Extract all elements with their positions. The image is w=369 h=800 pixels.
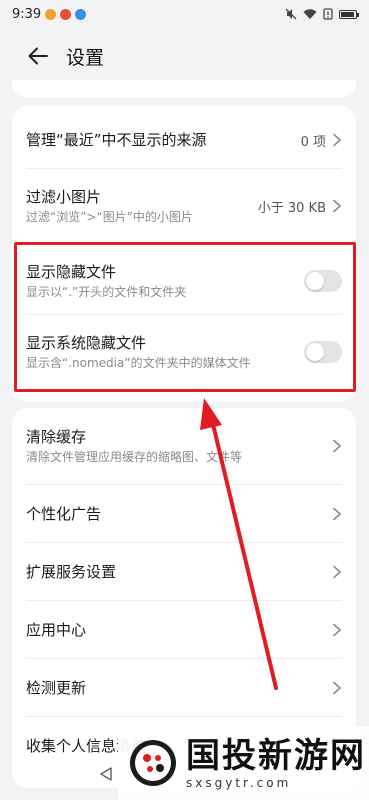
row-title: 过滤小图片 <box>26 187 102 206</box>
row-title: 应用中心 <box>26 621 87 639</box>
app-icon <box>75 8 87 20</box>
divider <box>26 658 342 659</box>
status-bar: 9:39 <box>0 0 369 28</box>
notification-icon <box>45 8 57 20</box>
row-check-updates[interactable]: 检测更新 <box>12 660 356 716</box>
row-app-center[interactable]: 应用中心 <box>12 602 356 658</box>
chevron-right-icon <box>333 199 341 213</box>
row-value: 小于 30 KB <box>257 200 326 216</box>
card-edge <box>12 80 356 98</box>
row-title: 个性化广告 <box>26 505 102 523</box>
row-clear-cache[interactable]: 清除缓存 清除文件管理应用缓存的缩略图、文件等 <box>12 414 356 478</box>
chevron-right-icon <box>333 681 341 695</box>
chevron-right-icon <box>333 133 341 147</box>
app-bar: 设置 <box>0 36 369 76</box>
watermark: 国投新游网 sxsgytr.com <box>118 726 369 800</box>
back-button[interactable] <box>18 36 58 76</box>
watermark-url: sxsgytr.com <box>186 776 292 790</box>
row-title: 管理“最近”中不显示的来源 <box>26 131 207 149</box>
chevron-right-icon <box>333 507 341 521</box>
battery-icon <box>339 9 359 19</box>
mute-icon <box>285 8 297 20</box>
row-filter-small-images[interactable]: 过滤小图片 过滤“浏览”>“图片”中的小图片 小于 30 KB <box>12 172 356 240</box>
nav-back-icon[interactable] <box>98 766 114 782</box>
row-personalized-ads[interactable]: 个性化广告 <box>12 486 356 542</box>
row-subtitle: 清除文件管理应用缓存的缩略图、文件等 <box>26 449 243 464</box>
notification-icon <box>60 8 72 20</box>
chevron-right-icon <box>333 623 341 637</box>
row-subtitle: 过滤“浏览”>“图片”中的小图片 <box>26 209 193 224</box>
row-hidden-sources[interactable]: 管理“最近”中不显示的来源 0 项 <box>12 118 356 162</box>
row-value: 0 项 <box>300 134 326 150</box>
chevron-right-icon <box>333 565 341 579</box>
divider <box>26 484 342 485</box>
arrow-left-icon <box>28 47 48 65</box>
watermark-title: 国投新游网 <box>186 736 366 776</box>
row-title: 扩展服务设置 <box>26 563 117 581</box>
page-title: 设置 <box>66 46 105 69</box>
row-extension-services[interactable]: 扩展服务设置 <box>12 544 356 600</box>
row-title: 清除缓存 <box>26 427 87 446</box>
divider <box>26 716 342 717</box>
watermark-logo-icon <box>130 740 176 786</box>
status-time: 9:39 <box>12 6 42 22</box>
divider <box>26 168 342 169</box>
divider <box>26 542 342 543</box>
wifi-icon <box>303 9 317 19</box>
divider <box>26 600 342 601</box>
row-title: 检测更新 <box>26 679 87 697</box>
chevron-right-icon <box>333 439 341 453</box>
sim-icon <box>323 8 333 20</box>
highlight-box <box>14 242 356 392</box>
